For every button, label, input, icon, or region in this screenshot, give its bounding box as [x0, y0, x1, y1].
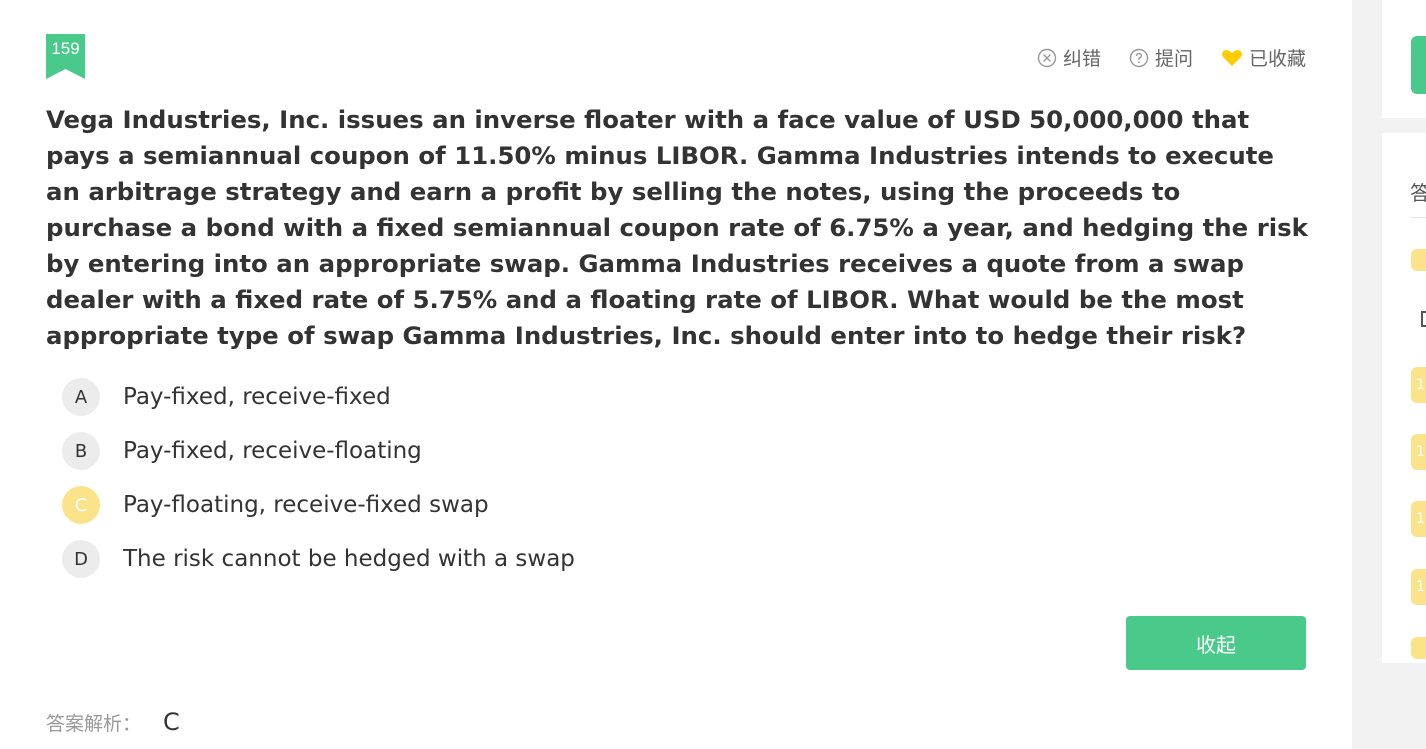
divider — [1410, 217, 1426, 218]
option-letter: D — [62, 540, 100, 578]
question-toolbar: 纠错 提问 已收藏 — [1009, 44, 1306, 71]
favorite-label: 已收藏 — [1248, 48, 1306, 70]
side-action-button[interactable] — [1411, 36, 1426, 94]
close-circle-icon — [1037, 48, 1057, 67]
answer-sheet-chip[interactable]: 1 — [1411, 569, 1426, 605]
question-number-badge: 159 — [46, 34, 85, 79]
option-d[interactable]: D The risk cannot be hedged with a swap — [62, 540, 575, 578]
question-circle-icon — [1129, 48, 1149, 67]
option-a[interactable]: A Pay-fixed, receive-fixed — [62, 378, 575, 416]
report-error-button[interactable]: 纠错 — [1037, 44, 1101, 71]
favorite-button[interactable]: 已收藏 — [1221, 44, 1306, 71]
answer-options: A Pay-fixed, receive-fixed B Pay-fixed, … — [62, 378, 575, 594]
answer-sheet-chip[interactable] — [1411, 637, 1426, 659]
option-text: Pay-fixed, receive-floating — [123, 438, 422, 464]
answer-sheet-chip[interactable]: 1 — [1411, 501, 1426, 537]
option-text: Pay-fixed, receive-fixed — [123, 384, 391, 410]
answer-sheet-chip[interactable] — [1411, 249, 1426, 271]
side-top-panel — [1382, 0, 1426, 118]
analysis-answer: C — [163, 708, 180, 736]
option-text: Pay-floating, receive-fixed swap — [123, 492, 489, 518]
option-b[interactable]: B Pay-fixed, receive-floating — [62, 432, 575, 470]
bracket-icon — [1421, 311, 1426, 327]
answer-sheet-chip[interactable]: 1 — [1411, 434, 1426, 470]
option-letter: B — [62, 432, 100, 470]
answer-sheet-title: 答 — [1410, 181, 1426, 205]
option-c[interactable]: C Pay-floating, receive-fixed swap — [62, 486, 575, 524]
question-number: 159 — [51, 39, 80, 58]
answer-sheet-chip[interactable]: 1 — [1411, 367, 1426, 403]
question-text: Vega Industries, Inc. issues an inverse … — [46, 105, 1308, 350]
collapse-button[interactable]: 收起 — [1126, 616, 1306, 670]
option-text: The risk cannot be hedged with a swap — [123, 546, 575, 572]
ask-question-label: 提问 — [1154, 48, 1193, 70]
question-card: 159 纠错 提问 已收藏 Vega Industries, Inc. issu… — [0, 0, 1352, 749]
analysis-label: 答案解析： — [46, 712, 142, 735]
answer-analysis: 答案解析： C — [46, 708, 180, 736]
report-error-label: 纠错 — [1062, 48, 1101, 70]
heart-icon — [1221, 49, 1242, 66]
option-letter-correct: C — [62, 486, 100, 524]
option-letter: A — [62, 378, 100, 416]
ask-question-button[interactable]: 提问 — [1129, 44, 1193, 71]
answer-sheet-panel: 答 1 1 1 1 — [1382, 133, 1426, 663]
